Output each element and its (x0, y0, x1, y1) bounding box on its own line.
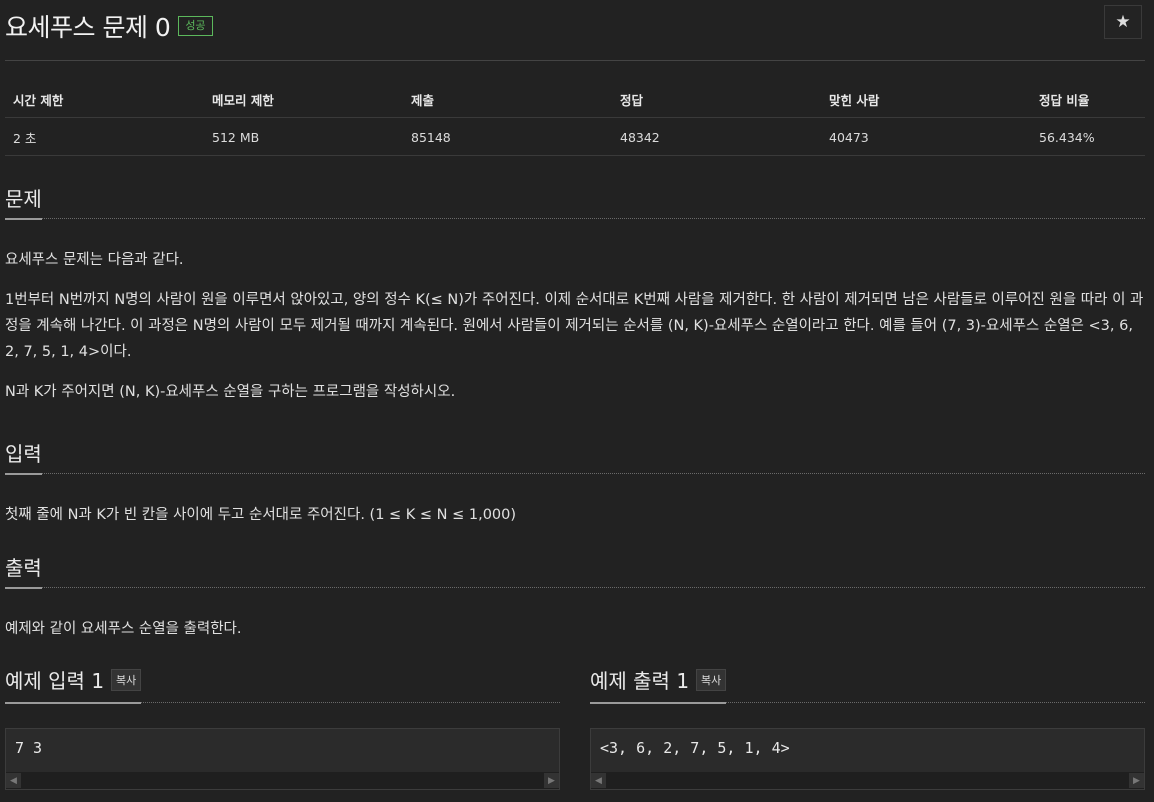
problem-paragraph-1: 요세푸스 문제는 다음과 같다. (5, 252, 184, 268)
header-accepted: 정답 (612, 80, 821, 118)
problem-paragraph-2: 1번부터 N번까지 N명의 사람이 원을 이루면서 앉아있고, 양의 정수 K(… (5, 292, 1144, 360)
problem-section: 문제 요세푸스 문제는 다음과 같다. 1번부터 N번까지 N명의 사람이 원을… (5, 182, 1145, 405)
value-memory-limit: 512 MB (204, 117, 403, 156)
input-section: 입력 첫째 줄에 N과 K가 빈 칸을 사이에 두고 순서대로 주어진다. (1… (5, 437, 1145, 528)
info-value-row: 2 초 512 MB 85148 48342 40473 56.434% (5, 117, 1145, 156)
sample-output-scrollbar[interactable]: ◀ ▶ (591, 772, 1144, 789)
output-heading: 출력 (5, 552, 42, 589)
header-accept-ratio: 정답 비율 (1031, 80, 1145, 118)
star-icon: ★ (1115, 12, 1131, 32)
problem-heading-bar: 문제 (5, 182, 1145, 220)
scroll-left-icon[interactable]: ◀ (591, 773, 606, 788)
value-accepted: 48342 (612, 117, 821, 156)
sample-output-text: <3, 6, 2, 7, 5, 1, 4> (600, 739, 790, 757)
sample-input-heading-bar: 예제 입력 1 복사 (5, 660, 560, 704)
header-solved-users: 맞힌 사람 (821, 80, 1031, 118)
sample-input-scrollbar[interactable]: ◀ ▶ (6, 772, 559, 789)
output-description: 예제와 같이 요세푸스 순열을 출력한다. (5, 621, 242, 637)
header-divider (5, 60, 1145, 61)
input-heading-bar: 입력 (5, 437, 1145, 475)
output-heading-bar: 출력 (5, 551, 1145, 589)
sample-output-code[interactable]: <3, 6, 2, 7, 5, 1, 4> ◀ ▶ (590, 728, 1145, 790)
scroll-left-icon[interactable]: ◀ (6, 773, 21, 788)
header-submissions: 제출 (403, 80, 612, 118)
copy-sample-output-button[interactable]: 복사 (696, 668, 727, 691)
sample-output-title: 예제 출력 1 (590, 669, 690, 693)
problem-info-table: 시간 제한 메모리 제한 제출 정답 맞힌 사람 정답 비율 2 초 512 M… (5, 80, 1145, 156)
header-memory-limit: 메모리 제한 (204, 80, 403, 118)
problem-heading: 문제 (5, 183, 42, 220)
info-header-row: 시간 제한 메모리 제한 제출 정답 맞힌 사람 정답 비율 (5, 80, 1145, 118)
copy-sample-input-button[interactable]: 복사 (111, 668, 142, 691)
sample-output-heading: 예제 출력 1 복사 (590, 665, 727, 704)
sample-output-block: 예제 출력 1 복사 <3, 6, 2, 7, 5, 1, 4> ◀ ▶ (590, 660, 1145, 790)
value-time-limit: 2 초 (5, 117, 204, 156)
value-accept-ratio: 56.434% (1031, 117, 1145, 156)
sample-input-code[interactable]: 7 3 ◀ ▶ (5, 728, 560, 790)
input-heading: 입력 (5, 438, 42, 475)
input-description: 첫째 줄에 N과 K가 빈 칸을 사이에 두고 순서대로 주어진다. (1 ≤ … (5, 507, 517, 523)
value-submissions: 85148 (403, 117, 612, 156)
sample-input-block: 예제 입력 1 복사 7 3 ◀ ▶ (5, 660, 560, 790)
scroll-right-icon[interactable]: ▶ (1129, 773, 1144, 788)
star-button[interactable]: ★ (1104, 5, 1142, 39)
status-badge: 성공 (178, 16, 213, 36)
sample-output-heading-bar: 예제 출력 1 복사 (590, 660, 1145, 704)
sample-input-heading: 예제 입력 1 복사 (5, 665, 142, 704)
value-solved-users: 40473 (821, 117, 1031, 156)
scroll-right-icon[interactable]: ▶ (544, 773, 559, 788)
sample-input-title: 예제 입력 1 (5, 669, 105, 693)
header-time-limit: 시간 제한 (5, 80, 204, 118)
problem-paragraph-3: N과 K가 주어지면 (N, K)-요세푸스 순열을 구하는 프로그램을 작성하… (5, 384, 456, 400)
title-row: 요세푸스 문제 0 성공 (5, 8, 213, 44)
problem-title: 요세푸스 문제 0 (5, 13, 171, 42)
sample-input-text: 7 3 (15, 739, 43, 757)
output-section: 출력 예제와 같이 요세푸스 순열을 출력한다. (5, 551, 1145, 642)
